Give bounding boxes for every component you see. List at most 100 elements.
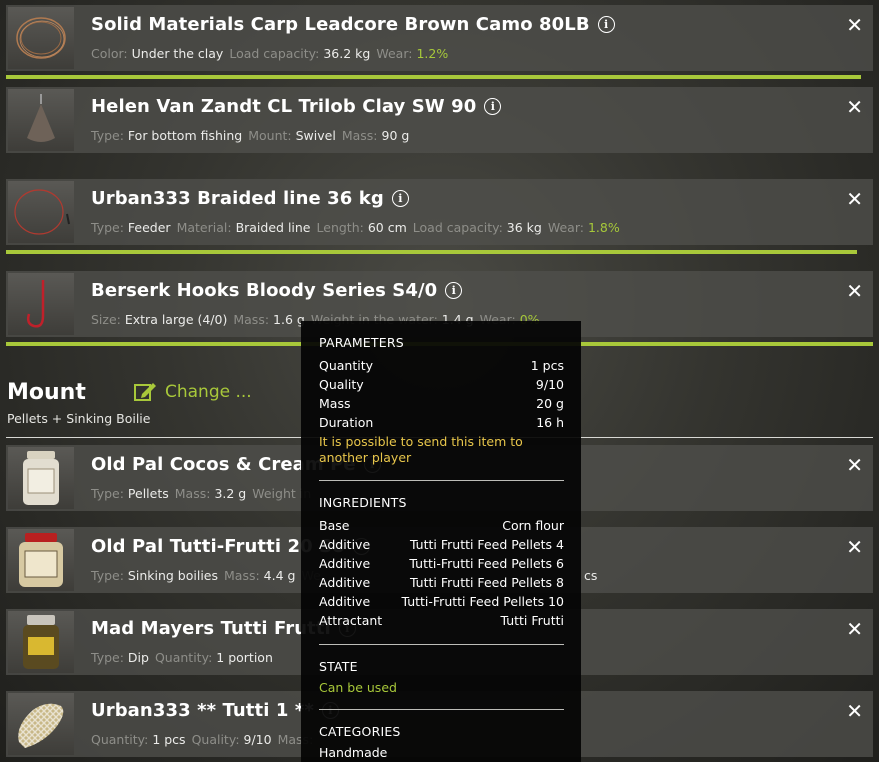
property-label: Mass: <box>174 486 211 501</box>
row-value: 16 h <box>536 415 564 430</box>
row-value: Tutti Frutti Feed Pellets 4 <box>409 537 564 552</box>
property-label: Material: <box>176 220 232 235</box>
remove-item-close-icon[interactable]: ✕ <box>846 95 863 119</box>
row-label: Additive <box>319 594 371 609</box>
row-label: Quantity <box>319 358 374 373</box>
property-value: Extra large (4/0) <box>124 312 228 327</box>
property-label: Quality: <box>191 732 240 747</box>
property-label: Type: <box>91 128 124 143</box>
braided-line-icon <box>8 181 74 243</box>
edit-icon <box>134 383 156 401</box>
row-label: Attractant <box>319 613 383 628</box>
property-value: Braided line <box>235 220 311 235</box>
transfer-note: It is possible to send this item to anot… <box>319 434 523 465</box>
property-label: Mass: <box>233 312 270 327</box>
item-title-text: Mad Mayers Tutti Frutti <box>91 618 331 639</box>
row-value: Tutti Frutti Feed Pellets 8 <box>409 575 564 590</box>
property-label: Color: <box>91 46 128 61</box>
state-value: Can be used <box>319 680 397 695</box>
row-value: Tutti-Frutti Feed Pellets 6 <box>409 556 564 571</box>
property-label: Quantity: <box>154 650 213 665</box>
row-label: Mass <box>319 396 351 411</box>
property-label: Mass: <box>224 568 260 583</box>
item-tooltip: PARAMETERS Quantity 1 pcs Quality 9/10 Mass 2… <box>301 321 581 762</box>
row-label: Base <box>319 518 350 533</box>
property-label: Type: <box>91 650 124 665</box>
row-value: Tutti-Frutti Feed Pellets 10 <box>401 594 564 609</box>
row-value: 1 pcs <box>530 358 564 373</box>
mount-title: Mount <box>7 380 86 405</box>
property-value: Feeder <box>127 220 171 235</box>
item-title-text: Urban333 Braided line 36 kg <box>91 188 384 209</box>
coiled-line-icon <box>8 7 74 69</box>
item-properties: Type: Dip Quantity: 1 portion <box>91 650 279 665</box>
parameters-row: Mass 20 g <box>319 394 564 413</box>
property-value: Dip <box>127 650 149 665</box>
property-label: Wear: <box>547 220 584 235</box>
separator <box>319 644 564 645</box>
item-properties: Color: Under the clay Load capacity: 36.2… <box>91 46 454 61</box>
row-label: Quality <box>319 377 364 392</box>
item-title: Berserk Hooks Bloody Series S4/0 i <box>91 280 463 301</box>
ingredients-row: Additive Tutti-Frutti Feed Pellets 6 <box>319 554 564 573</box>
row-label: Additive <box>319 537 371 552</box>
ingredients-row: Base Corn flour <box>319 516 564 535</box>
remove-item-close-icon[interactable]: ✕ <box>846 617 863 641</box>
property-label: Mass: <box>341 128 378 143</box>
mesh-bag-icon <box>8 693 74 755</box>
row-label: Additive <box>319 575 371 590</box>
property-value: 60 cm <box>367 220 407 235</box>
remove-item-close-icon[interactable]: ✕ <box>846 13 863 37</box>
item-title: Urban333 Braided line 36 kg i <box>91 188 409 209</box>
property-value: 1 pcs <box>152 732 186 747</box>
info-icon[interactable]: i <box>445 282 463 299</box>
property-value: 36 kg <box>506 220 542 235</box>
property-value: Swivel <box>295 128 336 143</box>
remove-item-close-icon[interactable]: ✕ <box>846 187 863 211</box>
categories-value: Handmade <box>319 745 388 760</box>
change-mount-button[interactable]: Change ... <box>133 381 252 403</box>
ingredients-header: INGREDIENTS <box>319 495 407 510</box>
item-properties: Type: Pellets Mass: 3.2 g Weight in <box>91 486 317 501</box>
property-value: 90 g <box>381 128 410 143</box>
item-title: Helen Van Zandt CL Trilob Clay SW 90 i <box>91 96 502 117</box>
property-value: 4.4 g <box>263 568 296 583</box>
item-properties: Quantity: 1 pcs Quality: 9/10 Mass: <box>91 732 319 747</box>
property-value: 1.2% <box>416 46 449 61</box>
row-label: Duration <box>319 415 374 430</box>
row-label: Additive <box>319 556 371 571</box>
property-label: Type: <box>91 486 124 501</box>
item-properties: Type: Sinking boiliesMass: 4.4 gWe <box>91 568 327 583</box>
jar-icon <box>8 447 74 509</box>
item-title: Solid Materials Carp Leadcore Brown Camo… <box>91 14 615 35</box>
remove-item-close-icon[interactable]: ✕ <box>846 535 863 559</box>
item-row[interactable]: Helen Van Zandt CL Trilob Clay SW 90 i Typ… <box>6 87 873 153</box>
change-mount-label: Change ... <box>165 382 252 402</box>
parameters-row: Duration 16 h <box>319 413 564 432</box>
remove-item-close-icon[interactable]: ✕ <box>846 699 863 723</box>
property-value: 1 portion <box>216 650 273 665</box>
ingredients-row: Attractant Tutti Frutti <box>319 611 564 630</box>
info-icon[interactable]: i <box>597 16 615 33</box>
property-label: Load capacity: <box>229 46 320 61</box>
property-label: Size: <box>91 312 121 327</box>
row-value: 20 g <box>536 396 564 411</box>
property-value: cs <box>584 568 598 583</box>
item-row[interactable]: Urban333 Braided line 36 kg i Type: Feeder… <box>6 179 873 245</box>
durability-bar <box>6 75 861 79</box>
categories-header: CATEGORIES <box>319 724 401 739</box>
info-icon[interactable]: i <box>391 190 409 207</box>
item-title-text: Solid Materials Carp Leadcore Brown Camo… <box>91 14 590 35</box>
property-label: Load capacity: <box>412 220 503 235</box>
info-icon[interactable]: i <box>484 98 502 115</box>
dip-jar-icon <box>8 611 74 673</box>
parameters-row: Quantity 1 pcs <box>319 356 564 375</box>
item-properties: Type: For bottom fishing Mount: Swivel Mas… <box>91 128 415 143</box>
separator <box>319 709 564 710</box>
property-value: Under the clay <box>131 46 224 61</box>
item-properties: Type: Feeder Material: Braided line Length… <box>91 220 626 235</box>
property-label: Length: <box>316 220 364 235</box>
remove-item-close-icon[interactable]: ✕ <box>846 453 863 477</box>
remove-item-close-icon[interactable]: ✕ <box>846 279 863 303</box>
item-row[interactable]: Solid Materials Carp Leadcore Brown Camo… <box>6 5 873 71</box>
